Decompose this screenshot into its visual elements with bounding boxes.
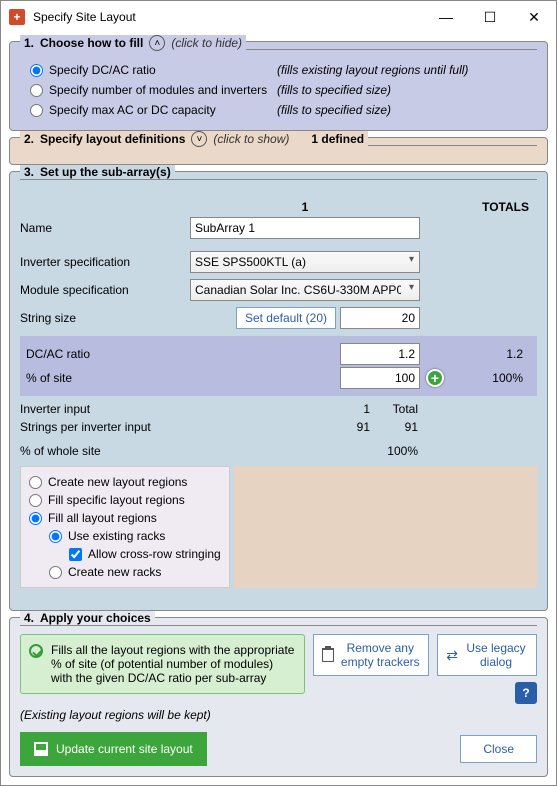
section-layout-definitions: 2. Specify layout definitions ˅ (click t… — [9, 137, 548, 165]
opt-cross-row[interactable]: Allow cross-row stringing — [29, 545, 221, 563]
name-label: Name — [20, 221, 190, 235]
fill-option-dcac[interactable]: Specify DC/AC ratio (fills existing layo… — [20, 60, 537, 80]
fill-option-capacity[interactable]: Specify max AC or DC capacity (fills to … — [20, 100, 537, 120]
section2-title: Specify layout definitions — [40, 132, 185, 146]
legacy-dialog-button[interactable]: ⇄ Use legacy dialog — [437, 634, 537, 676]
string-size-input[interactable] — [340, 307, 420, 329]
save-icon — [34, 742, 48, 756]
strings-label: Strings per inverter input — [20, 420, 190, 434]
region-options-panel: Create new layout regions Fill specific … — [20, 466, 230, 588]
section1-hint: (click to hide) — [171, 36, 242, 50]
module-label: Module specification — [20, 283, 190, 297]
info-text: Fills all the layout regions with the ap… — [51, 643, 296, 685]
check-icon — [29, 644, 43, 658]
trash-icon — [322, 648, 334, 662]
close-dialog-button[interactable]: Close — [460, 735, 537, 763]
name-input[interactable] — [190, 217, 420, 239]
totals-header: TOTALS — [420, 200, 537, 214]
section4-title: Apply your choices — [40, 611, 151, 625]
update-layout-button[interactable]: Update current site layout — [20, 732, 207, 766]
add-subarray-button[interactable]: + — [426, 369, 444, 387]
swap-icon: ⇄ — [446, 647, 458, 664]
fill-option-capacity-radio[interactable] — [30, 104, 43, 117]
strings-total: 91 — [370, 420, 418, 434]
fill-option-modules-radio[interactable] — [30, 84, 43, 97]
defined-count: 1 defined — [311, 132, 364, 146]
fill-option-dcac-radio[interactable] — [30, 64, 43, 77]
chevron-down-icon[interactable]: ˅ — [191, 131, 207, 147]
window-title: Specify Site Layout — [33, 10, 424, 24]
maximize-button[interactable]: ☐ — [468, 1, 512, 33]
section4-number: 4. — [24, 611, 34, 625]
section-apply: 4. Apply your choices Fills all the layo… — [9, 617, 548, 777]
opt-fill-all[interactable]: Fill all layout regions — [29, 509, 221, 527]
inverter-select[interactable]: SSE SPS500KTL (a) — [190, 251, 420, 273]
inverter-input-value: 1 — [190, 402, 370, 416]
module-select[interactable]: Canadian Solar Inc. CS6U-330M APP01 — [190, 279, 420, 301]
opt-create-regions[interactable]: Create new layout regions — [29, 473, 221, 491]
pct-input[interactable] — [340, 367, 420, 389]
chevron-up-icon[interactable]: ˄ — [149, 35, 165, 51]
region-preview — [234, 466, 537, 588]
close-button[interactable]: ✕ — [512, 1, 556, 33]
remove-empty-button[interactable]: Remove any empty trackers — [313, 634, 429, 676]
section1-title: Choose how to fill — [40, 36, 143, 50]
set-default-button[interactable]: Set default (20) — [236, 307, 336, 329]
subarray-column-header: 1 — [190, 200, 420, 214]
section3-number: 3. — [24, 165, 34, 179]
app-icon: + — [9, 9, 25, 25]
whole-site-value: 100% — [370, 444, 418, 458]
total-label: Total — [370, 402, 418, 416]
minimize-button[interactable]: — — [424, 1, 468, 33]
strings-value: 91 — [190, 420, 370, 434]
inverter-input-label: Inverter input — [20, 402, 190, 416]
kept-note: (Existing layout regions will be kept) — [20, 704, 537, 726]
dcac-input[interactable] — [340, 343, 420, 365]
section-choose-fill: 1. Choose how to fill ˄ (click to hide) … — [9, 41, 548, 131]
opt-create-new-racks[interactable]: Create new racks — [29, 563, 221, 581]
opt-fill-specific[interactable]: Fill specific layout regions — [29, 491, 221, 509]
opt-use-existing[interactable]: Use existing racks — [29, 527, 221, 545]
dcac-label: DC/AC ratio — [20, 347, 190, 361]
string-size-label: String size — [20, 311, 190, 325]
dcac-total: 1.2 — [481, 345, 529, 363]
fill-option-modules[interactable]: Specify number of modules and inverters … — [20, 80, 537, 100]
section2-hint: (click to show) — [213, 132, 289, 146]
whole-site-label: % of whole site — [20, 444, 190, 458]
section2-number: 2. — [24, 132, 34, 146]
info-box: Fills all the layout regions with the ap… — [20, 634, 305, 694]
section1-number: 1. — [24, 36, 34, 50]
help-button[interactable]: ? — [515, 682, 537, 704]
section3-title: Set up the sub-array(s) — [40, 165, 171, 179]
pct-label: % of site — [20, 371, 190, 385]
section-subarrays: 3. Set up the sub-array(s) 1 TOTALS Name… — [9, 171, 548, 611]
inverter-label: Inverter specification — [20, 255, 190, 269]
pct-total: 100% — [481, 369, 529, 387]
